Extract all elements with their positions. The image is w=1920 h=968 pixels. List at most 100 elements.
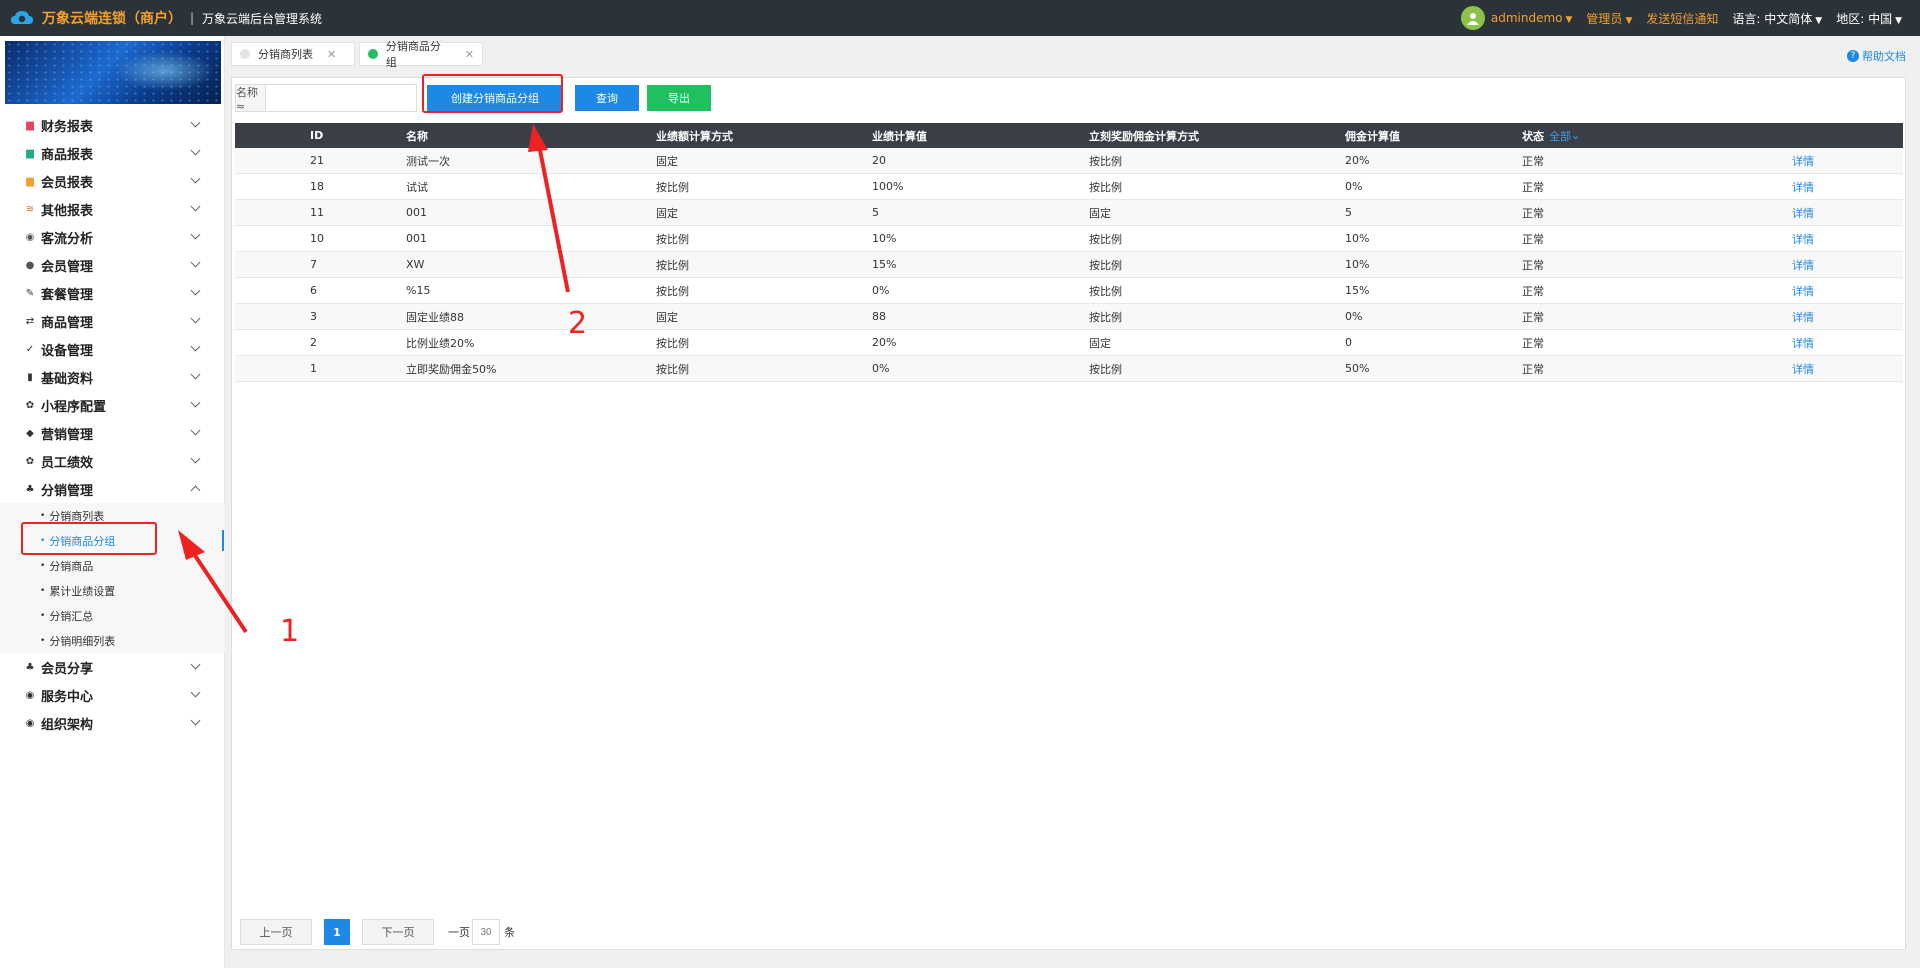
- name-search-input[interactable]: [266, 85, 416, 111]
- sidebar-item[interactable]: ▮ 基础资料: [0, 363, 225, 391]
- close-icon[interactable]: ✕: [327, 48, 336, 61]
- sidebar-item[interactable]: ◉ 组织架构: [0, 709, 225, 737]
- submenu-item[interactable]: • 累计业绩设置: [0, 578, 225, 603]
- table-cell: 固定: [1089, 336, 1111, 350]
- table-cell: 20: [872, 154, 886, 167]
- detail-link[interactable]: 详情: [1792, 226, 1814, 251]
- chevron-down-icon: [190, 229, 201, 240]
- sidebar-item[interactable]: ▆ 会员报表: [0, 167, 225, 195]
- language-label: 语言:: [1732, 11, 1761, 26]
- submenu-item[interactable]: • 分销明细列表: [0, 628, 225, 653]
- annotation-highlight-submenu: [21, 522, 157, 555]
- user-avatar[interactable]: [1460, 6, 1485, 30]
- chevron-down-icon: ▼: [1815, 15, 1823, 26]
- sidebar-item[interactable]: ▆ 商品报表: [0, 139, 225, 167]
- user-icon: [1466, 13, 1479, 25]
- detail-link[interactable]: 详情: [1792, 200, 1814, 225]
- detail-link[interactable]: 详情: [1792, 330, 1814, 355]
- service-center-icon: ◉: [25, 689, 35, 701]
- language-value: 中文简体: [1764, 11, 1813, 26]
- sidebar-item[interactable]: ◉ 服务中心: [0, 681, 225, 709]
- table-row: 6 %15 按比例 0% 按比例 15% 正常 详情: [235, 278, 1903, 304]
- table-cell: 正常: [1522, 336, 1544, 350]
- table-row: 11 001 固定 5 固定 5 正常 详情: [235, 200, 1903, 226]
- header-label: 立刻奖励佣金计算方式: [1089, 129, 1199, 143]
- detail-link[interactable]: 详情: [1792, 278, 1814, 303]
- help-link[interactable]: ? 帮助文档: [1847, 48, 1906, 64]
- sms-notice-link[interactable]: 发送短信通知: [1646, 10, 1718, 27]
- table-row: 7 XW 按比例 15% 按比例 10% 正常 详情: [235, 252, 1903, 278]
- chevron-down-icon: [190, 201, 201, 212]
- query-button[interactable]: 查询: [575, 85, 639, 111]
- table-cell: 试试: [406, 180, 428, 194]
- tab-distributor-list[interactable]: 分销商列表 ✕: [231, 42, 355, 66]
- sidebar-item[interactable]: ⇄ 商品管理: [0, 307, 225, 335]
- sidebar-item[interactable]: ✓ 设备管理: [0, 335, 225, 363]
- chevron-down-icon: ▼: [1565, 15, 1573, 25]
- header-col-status[interactable]: 状态 全部 ⌄: [1522, 123, 1580, 148]
- sidebar-item-label: 会员分享: [41, 661, 94, 677]
- sidebar-item-label: 商品报表: [41, 147, 94, 163]
- table-cell: 比例业绩20%: [406, 336, 475, 350]
- current-page[interactable]: 1: [324, 919, 350, 945]
- marketing-icon: ◆: [26, 427, 34, 439]
- sidebar-item-label: 商品管理: [41, 315, 94, 331]
- table-cell: 正常: [1522, 232, 1544, 246]
- table-cell: 0%: [1345, 310, 1363, 323]
- export-button[interactable]: 导出: [647, 85, 711, 111]
- role-menu[interactable]: 管理员 ▼: [1586, 10, 1632, 27]
- table-cell: 10%: [1345, 232, 1370, 245]
- sidebar-item[interactable]: ◉ 客流分析: [0, 223, 225, 251]
- detail-link[interactable]: 详情: [1792, 174, 1814, 199]
- table-cell: XW: [406, 258, 425, 271]
- page-size-input[interactable]: [472, 919, 500, 945]
- chevron-down-icon: [190, 369, 201, 380]
- username: admindemo: [1490, 11, 1563, 25]
- table-cell: 001: [406, 232, 427, 245]
- tab-distribution-group[interactable]: 分销商品分组 ✕: [359, 40, 483, 69]
- chevron-down-icon: [190, 453, 201, 464]
- submenu-item[interactable]: • 分销商品: [0, 553, 225, 578]
- chevron-down-icon: [190, 173, 201, 184]
- header-col-perf-method: 业绩额计算方式: [656, 123, 733, 148]
- tab-label: 分销商列表: [258, 48, 313, 61]
- sidebar-item-label: 员工绩效: [41, 455, 94, 471]
- sidebar-item[interactable]: ♣ 会员分享: [0, 653, 225, 681]
- sidebar-item[interactable]: ✿ 小程序配置: [0, 391, 225, 419]
- chevron-up-icon: [190, 485, 201, 496]
- detail-link[interactable]: 详情: [1792, 148, 1814, 173]
- sidebar-item[interactable]: ● 会员管理: [0, 251, 225, 279]
- question-icon: ?: [1847, 50, 1859, 62]
- sidebar-item-label: 客流分析: [41, 231, 94, 247]
- sidebar-item[interactable]: ✿ 员工绩效: [0, 447, 225, 475]
- chevron-down-icon: ⌄: [1571, 129, 1581, 142]
- detail-link[interactable]: 详情: [1792, 356, 1814, 381]
- product-manage-icon: ⇄: [25, 315, 35, 327]
- close-icon[interactable]: ✕: [465, 48, 474, 61]
- language-selector[interactable]: 语言: 中文简体 ▼: [1732, 10, 1822, 27]
- detail-link[interactable]: 详情: [1792, 252, 1814, 277]
- table-header: ID 名称 业绩额计算方式 业绩计算值 立刻奖励佣金计算方式 佣金计算值 状态 全部 ⌄: [235, 123, 1903, 148]
- system-name: 万象云端后台管理系统: [202, 11, 323, 26]
- next-page-button[interactable]: 下一页: [362, 919, 434, 945]
- table-cell: 按比例: [1089, 154, 1122, 168]
- user-menu[interactable]: admindemo ▼: [1491, 11, 1573, 25]
- sidebar-item[interactable]: ▆ 财务报表: [0, 111, 225, 139]
- prev-page-button[interactable]: 上一页: [240, 919, 312, 945]
- pagination: 上一页 1 下一页 一页 条: [240, 919, 515, 945]
- chevron-down-icon: [190, 659, 201, 670]
- chevron-down-icon: [190, 313, 201, 324]
- sidebar-menu: ▆ 财务报表 ▆ 商品报表 ▆ 会员报表 ≋ 其他报表 ◉ 客流分析 ● 会员管理 ✎ 套餐管理 ⇄ 商品管理…: [0, 111, 225, 737]
- bullet-icon: •: [40, 635, 46, 646]
- detail-link[interactable]: 详情: [1792, 304, 1814, 329]
- sidebar-item[interactable]: ♣ 分销管理: [0, 475, 225, 503]
- submenu-item[interactable]: • 分销汇总: [0, 603, 225, 628]
- sidebar-item[interactable]: ✎ 套餐管理: [0, 279, 225, 307]
- title-separator: |: [190, 11, 195, 25]
- sidebar-item[interactable]: ≋ 其他报表: [0, 195, 225, 223]
- status-filter-dropdown[interactable]: 全部: [1549, 128, 1571, 144]
- table-cell: 11: [310, 206, 324, 219]
- search-operator-label[interactable]: 名称 ≈: [236, 85, 266, 113]
- sidebar-item[interactable]: ◆ 营销管理: [0, 419, 225, 447]
- region-selector[interactable]: 地区: 中国 ▼: [1836, 10, 1902, 27]
